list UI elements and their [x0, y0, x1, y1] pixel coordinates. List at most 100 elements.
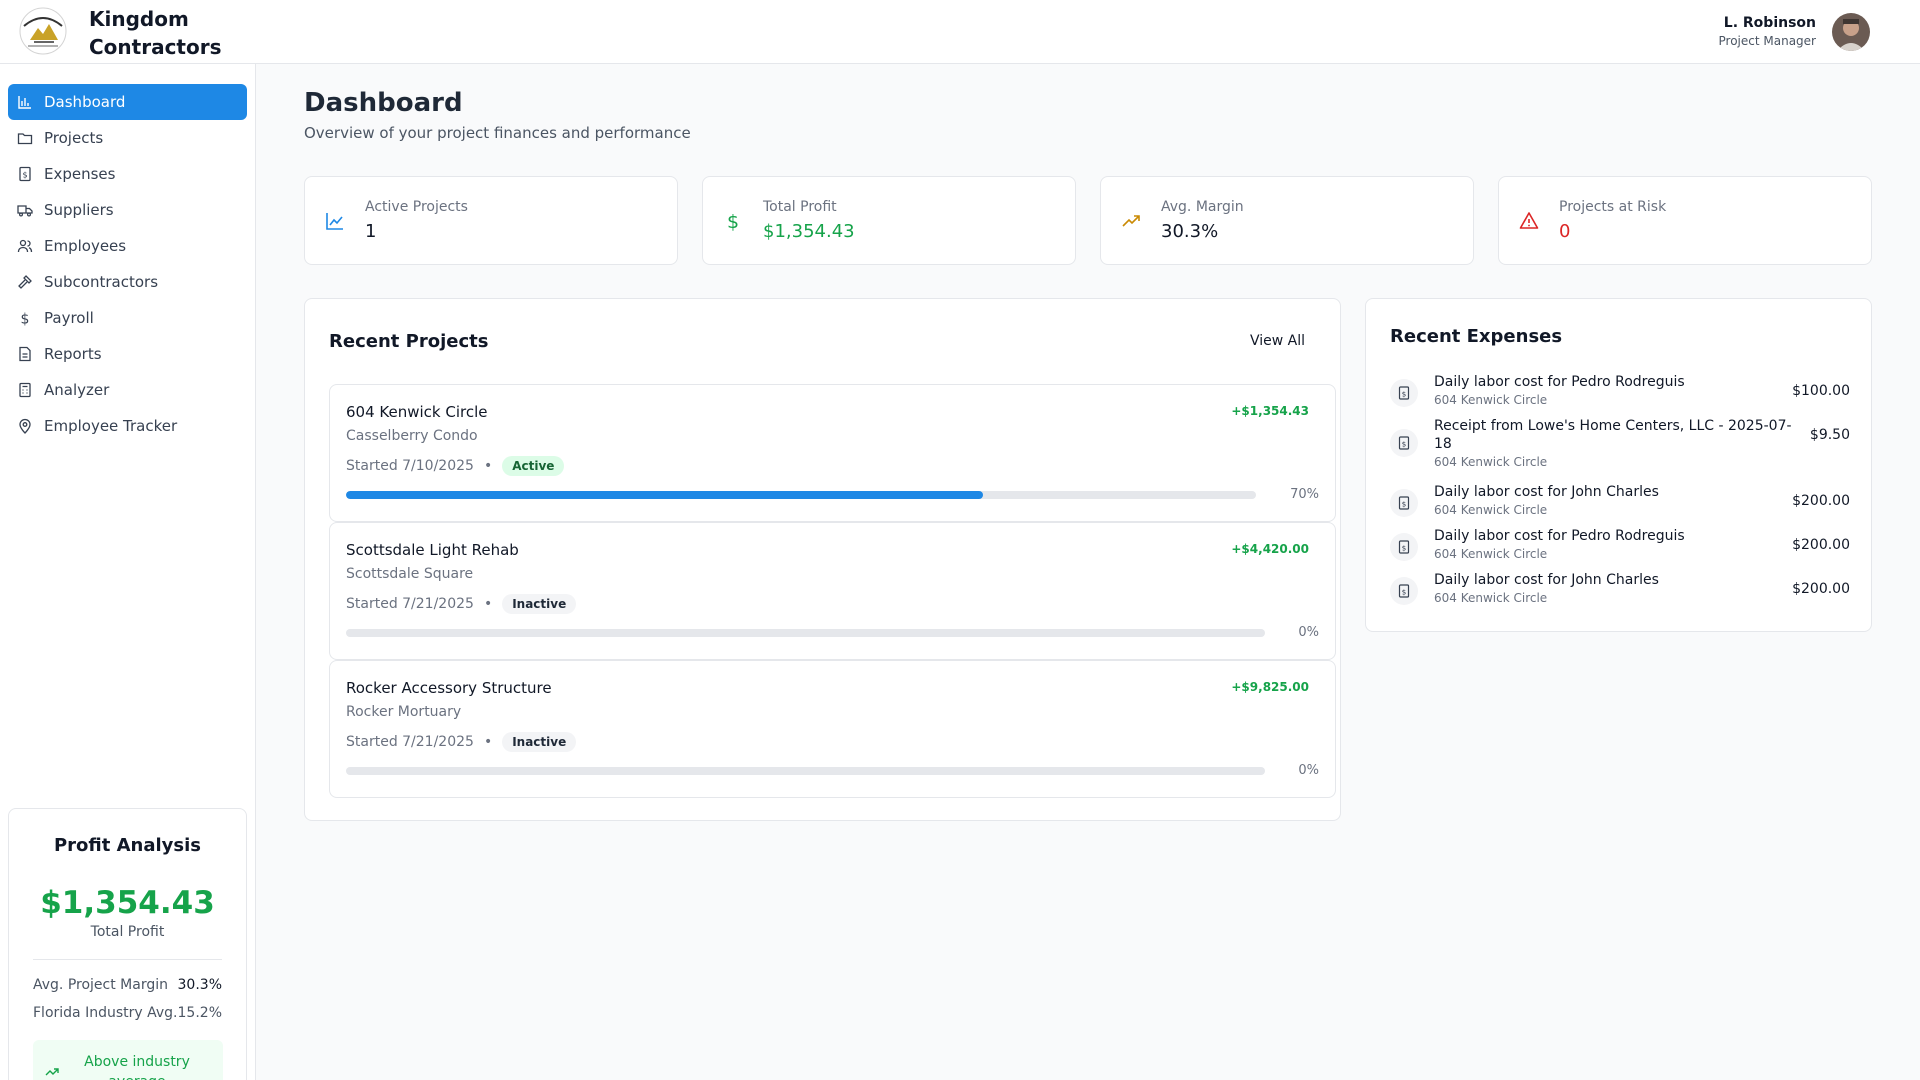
receipt-icon: $ [1390, 489, 1418, 517]
hammer-icon [18, 275, 32, 289]
warning-icon [1519, 212, 1539, 229]
top-header: Kingdom Contractors L. Robinson Project … [0, 0, 1920, 64]
view-all-link[interactable]: View All [1250, 333, 1305, 349]
total-profit-amount: $1,354.43 [40, 885, 215, 921]
expense-description: Receipt from Lowe's Home Centers, LLC - … [1434, 418, 1792, 452]
separator-dot: • [483, 596, 493, 612]
calculator-icon [19, 382, 31, 398]
svg-text:$: $ [1402, 391, 1406, 399]
truck-icon [17, 205, 33, 217]
expense-amount: $200.00 [1792, 581, 1850, 597]
stat-total-profit: $ Total Profit $1,354.43 [702, 176, 1076, 265]
sidebar-item-label: Projects [44, 129, 104, 147]
progress-percent: 0% [1298, 625, 1319, 640]
dollar-icon: $ [21, 312, 30, 327]
sidebar-item-label: Suppliers [44, 201, 114, 219]
project-card[interactable]: 604 Kenwick Circle Casselberry Condo Sta… [329, 384, 1336, 522]
sidebar-item-payroll[interactable]: $ Payroll [8, 300, 247, 336]
sidebar-item-reports[interactable]: Reports [8, 336, 247, 372]
sidebar-item-employees[interactable]: Employees [8, 228, 247, 264]
separator-dot: • [483, 458, 493, 474]
receipt-icon: $ [1390, 379, 1418, 407]
brand-name: Kingdom Contractors [89, 7, 222, 59]
sidebar-item-dashboard[interactable]: Dashboard [8, 84, 247, 120]
profit-analysis-title: Profit Analysis [53, 835, 202, 856]
project-card[interactable]: Rocker Accessory Structure Rocker Mortua… [329, 660, 1336, 798]
recent-projects-title: Recent Projects [329, 331, 489, 352]
map-pin-icon [19, 418, 31, 434]
receipt-icon: $ [1390, 577, 1418, 605]
line-chart-icon [326, 213, 343, 230]
expense-project: 604 Kenwick Circle [1434, 393, 1548, 407]
project-start-date: Started 7/21/2025 [346, 734, 474, 750]
stat-projects-at-risk: Projects at Risk 0 [1498, 176, 1872, 265]
sidebar-item-projects[interactable]: Projects [8, 120, 247, 156]
expense-amount: $100.00 [1792, 383, 1850, 399]
svg-text:$: $ [1402, 501, 1406, 509]
sidebar-item-label: Dashboard [44, 93, 126, 111]
sidebar-item-label: Analyzer [44, 381, 110, 399]
trending-up-icon [1122, 215, 1140, 227]
sidebar-item-label: Expenses [44, 165, 116, 183]
progress-bar [346, 491, 1256, 499]
sidebar-item-label: Employees [44, 237, 127, 255]
svg-text:$: $ [22, 171, 27, 180]
industry-avg-value: 15.2% [177, 1005, 222, 1021]
expense-item[interactable]: $ Daily labor cost for John Charles 604 … [1390, 483, 1850, 523]
users-icon [17, 239, 33, 253]
company-logo[interactable] [14, 6, 72, 56]
sidebar-item-suppliers[interactable]: Suppliers [8, 192, 247, 228]
separator-dot: • [483, 734, 493, 750]
expense-description: Daily labor cost for John Charles [1434, 572, 1659, 588]
project-profit: +$1,354.43 [1231, 404, 1309, 418]
sidebar-item-subcontractors[interactable]: Subcontractors [8, 264, 247, 300]
stat-value: 30.3% [1161, 221, 1219, 242]
project-name: Scottsdale Light Rehab [346, 541, 519, 559]
recent-expenses-card: Recent Expenses $ Daily labor cost for P… [1365, 298, 1872, 632]
expense-item[interactable]: $ Daily labor cost for Pedro Rodreguis 6… [1390, 373, 1850, 413]
progress-bar [346, 767, 1265, 775]
recent-projects-card: Recent Projects View All 604 Kenwick Cir… [304, 298, 1341, 821]
stat-value: 1 [365, 221, 377, 242]
expense-project: 604 Kenwick Circle [1434, 591, 1548, 605]
project-start-date: Started 7/10/2025 [346, 458, 474, 474]
project-card[interactable]: Scottsdale Light Rehab Scottsdale Square… [329, 522, 1336, 660]
expense-project: 604 Kenwick Circle [1434, 503, 1548, 517]
stat-label: Total Profit [763, 199, 837, 215]
project-client: Rocker Mortuary [346, 704, 462, 720]
user-name: L. Robinson [1723, 15, 1816, 31]
project-name: Rocker Accessory Structure [346, 679, 552, 697]
progress-percent: 70% [1290, 487, 1319, 502]
sidebar-item-expenses[interactable]: $ Expenses [8, 156, 247, 192]
project-client: Casselberry Condo [346, 428, 478, 444]
industry-avg-row: Florida Industry Avg. 15.2% [33, 1005, 222, 1021]
stat-value: $1,354.43 [763, 221, 855, 242]
project-profit: +$9,825.00 [1231, 680, 1309, 694]
stat-value: 0 [1559, 221, 1571, 242]
receipt-icon: $ [19, 166, 31, 182]
sidebar-item-employee-tracker[interactable]: Employee Tracker [8, 408, 247, 444]
expense-amount: $9.50 [1809, 427, 1850, 443]
project-client: Scottsdale Square [346, 566, 474, 582]
progress-percent: 0% [1298, 763, 1319, 778]
avg-margin-label: Avg. Project Margin [33, 977, 168, 993]
expense-item[interactable]: $ Daily labor cost for Pedro Rodreguis 6… [1390, 527, 1850, 567]
expense-amount: $200.00 [1792, 537, 1850, 553]
sidebar-item-analyzer[interactable]: Analyzer [8, 372, 247, 408]
profit-analysis-card: Profit Analysis $1,354.43 Total Profit A… [8, 808, 247, 1080]
sidebar-item-label: Employee Tracker [44, 417, 178, 435]
page-title: Dashboard [304, 88, 463, 118]
expense-project: 604 Kenwick Circle [1434, 455, 1548, 469]
svg-text:$: $ [21, 312, 30, 327]
page-subtitle: Overview of your project finances and pe… [304, 124, 691, 142]
stat-active-projects: Active Projects 1 [304, 176, 678, 265]
receipt-icon: $ [1390, 533, 1418, 561]
stat-label: Projects at Risk [1559, 199, 1667, 215]
bar-chart-icon [18, 96, 31, 109]
expense-item[interactable]: $ Receipt from Lowe's Home Centers, LLC … [1390, 417, 1850, 475]
progress-fill [346, 491, 983, 499]
dollar-icon: $ [727, 211, 739, 231]
user-avatar[interactable] [1832, 13, 1870, 51]
expense-item[interactable]: $ Daily labor cost for John Charles 604 … [1390, 571, 1850, 611]
stat-avg-margin: Avg. Margin 30.3% [1100, 176, 1474, 265]
